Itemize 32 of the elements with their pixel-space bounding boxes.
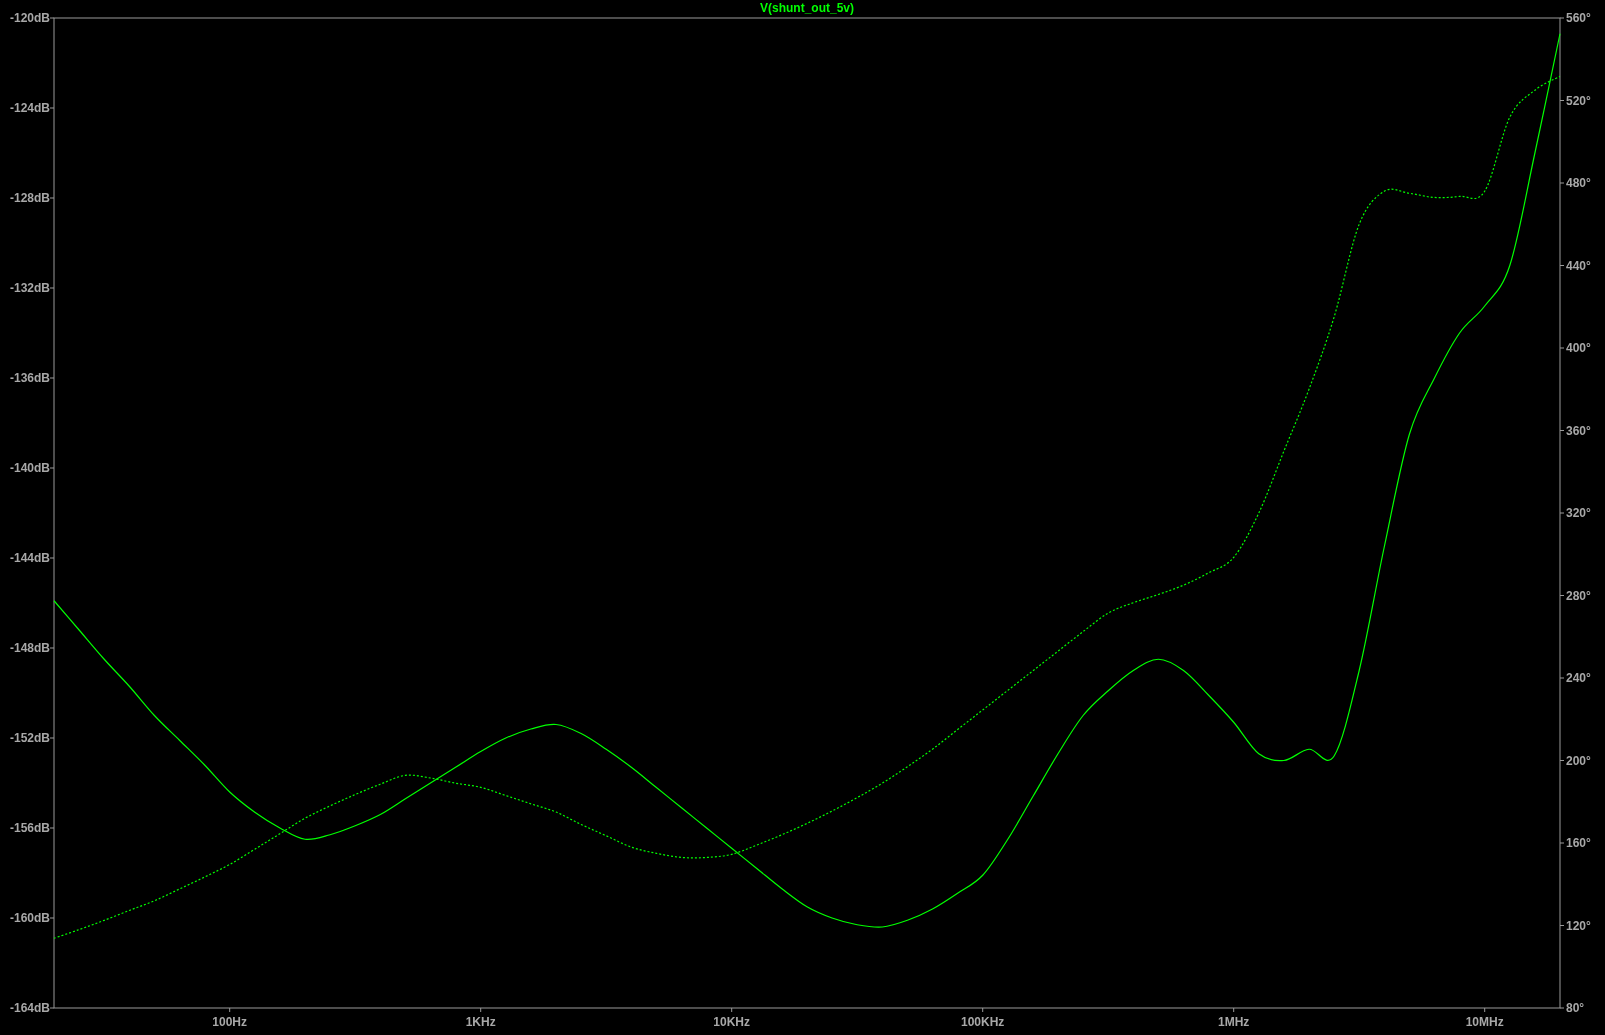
tick-label: 120° (1566, 918, 1591, 933)
tick-label: 100KHz (961, 1015, 1005, 1029)
tick-label: 280° (1566, 588, 1591, 603)
tick-label: -144dB (10, 551, 50, 565)
tick-label: -124dB (10, 101, 50, 115)
tick-label: -136dB (10, 371, 50, 385)
tick-label: 10KHz (713, 1015, 751, 1029)
tick-label: 80° (1566, 1001, 1585, 1015)
tick-label: -132dB (10, 281, 50, 295)
tick-label: -164dB (10, 1001, 50, 1015)
tick-label: 240° (1566, 671, 1591, 685)
tick-label: -152dB (10, 731, 50, 745)
tick-label: 400° (1566, 341, 1591, 355)
tick-label: -128dB (10, 191, 50, 205)
tick-label: 560° (1566, 11, 1591, 25)
tick-label: 160° (1566, 836, 1591, 850)
tick-label: 200° (1566, 753, 1591, 768)
tick-label: 520° (1566, 93, 1591, 108)
tick-label: -156dB (10, 821, 50, 835)
tick-label: -140dB (10, 461, 50, 475)
tick-label: 440° (1566, 258, 1591, 273)
tick-label: 320° (1566, 506, 1591, 520)
tick-label: 360° (1566, 423, 1591, 438)
tick-label: -160dB (10, 911, 50, 925)
tick-label: 1KHz (465, 1015, 496, 1029)
tick-label: 480° (1566, 176, 1591, 190)
trace-title: V(shunt_out_5v) (760, 1, 854, 15)
tick-label: -120dB (10, 11, 50, 25)
tick-label: 1MHz (1218, 1015, 1250, 1029)
tick-label: 10MHz (1465, 1015, 1504, 1029)
tick-label: -148dB (10, 641, 50, 655)
tick-label: 100Hz (212, 1015, 248, 1029)
